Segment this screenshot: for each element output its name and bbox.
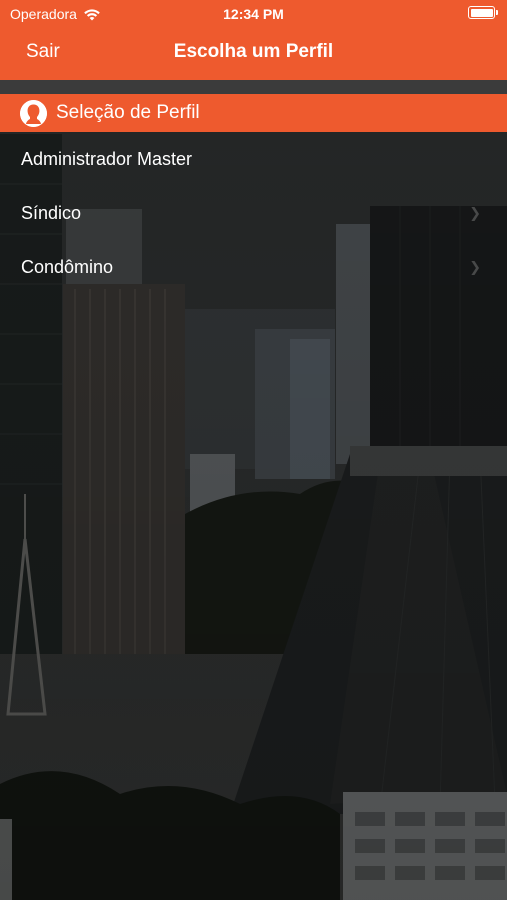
user-silhouette-icon <box>20 99 47 127</box>
chevron-right-icon: ❯ <box>469 204 481 221</box>
chevron-right-icon: ❯ <box>469 258 481 275</box>
profile-label: Administrador Master <box>21 148 193 169</box>
profile-label: Condômino <box>21 256 114 277</box>
navigation-bar: Sair Escolha um Perfil <box>0 28 507 80</box>
page-title: Escolha um Perfil <box>173 41 334 62</box>
section-header: Seleção de Perfil <box>0 94 507 132</box>
section-title: Seleção de Perfil <box>56 102 200 123</box>
profile-item-condomino[interactable]: Condômino ❯ <box>0 240 507 294</box>
profile-list: Administrador Master Síndico ❯ Condômino… <box>0 132 507 294</box>
profile-item-administrador-master[interactable]: Administrador Master <box>0 132 507 186</box>
header-divider <box>0 80 507 94</box>
status-time: 12:34 PM <box>223 6 284 22</box>
profile-label: Síndico <box>21 202 82 223</box>
battery-icon <box>468 6 498 19</box>
profile-item-sindico[interactable]: Síndico ❯ <box>0 186 507 240</box>
status-bar: Operadora 12:34 PM <box>0 0 507 28</box>
